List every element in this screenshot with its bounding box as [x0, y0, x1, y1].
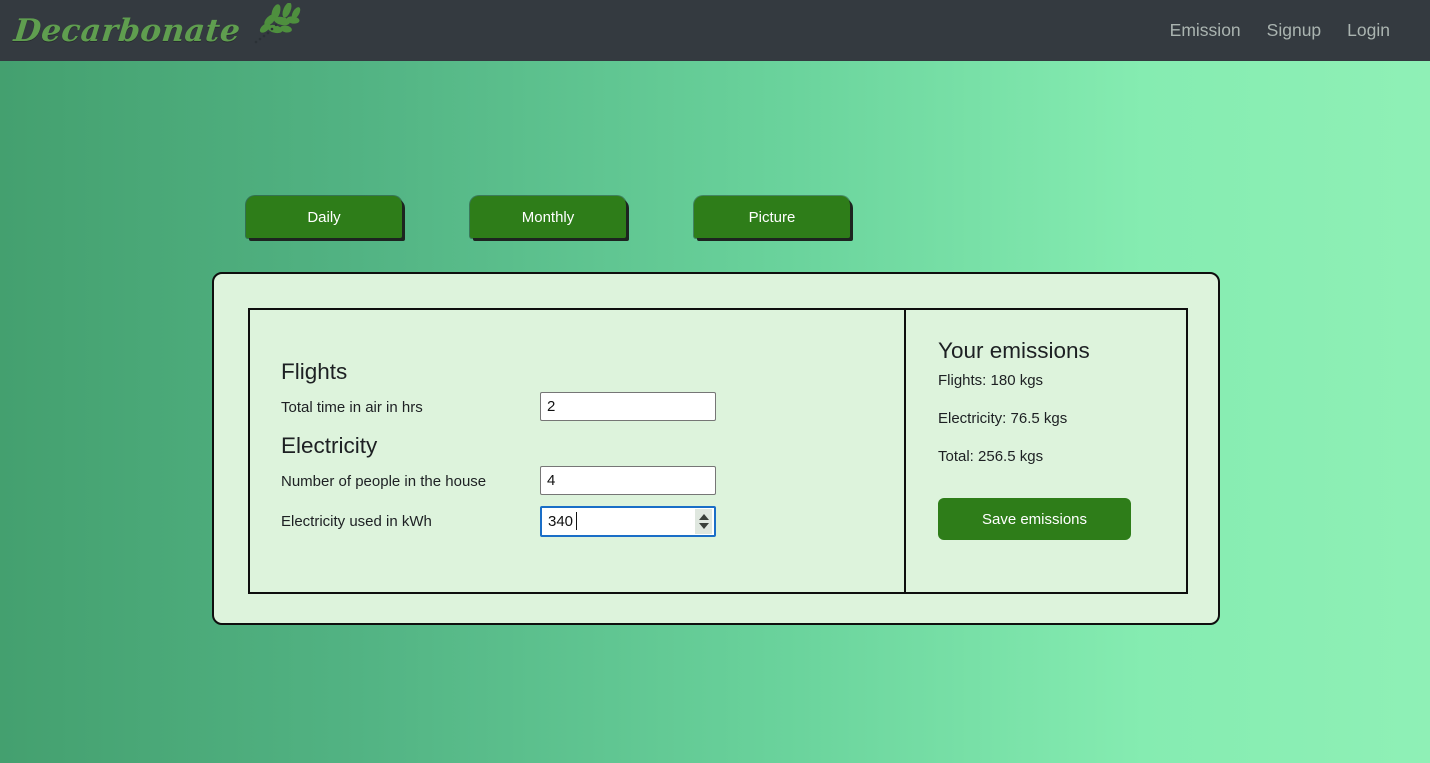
tab-daily[interactable]: Daily: [246, 196, 402, 238]
form-row-flight-hours: Total time in air in hrs: [281, 391, 865, 423]
leaf-branch-icon: [246, 2, 302, 54]
summary-line-flights: Flights: 180 kgs: [938, 372, 1044, 389]
nav-link-login[interactable]: Login: [1347, 20, 1390, 41]
nav-link-signup[interactable]: Signup: [1267, 20, 1322, 41]
nav-links: Emission Signup Login: [1170, 20, 1390, 41]
section-title-electricity: Electricity: [281, 433, 378, 459]
card-panels: Flights Total time in air in hrs Electri…: [248, 308, 1188, 594]
label-house-people: Number of people in the house: [281, 472, 487, 490]
summary-line-total: Total: 256.5 kgs: [938, 448, 1044, 465]
mode-tab-row: Daily Monthly Picture: [246, 196, 850, 238]
electricity-kwh-input[interactable]: [540, 505, 716, 537]
brand-name: Decarbonate: [12, 12, 243, 49]
brand-logo[interactable]: Decarbonate: [12, 2, 302, 54]
spinner-down-icon[interactable]: [698, 522, 709, 529]
label-flight-hours: Total time in air in hrs: [281, 398, 423, 416]
tab-monthly[interactable]: Monthly: [470, 196, 626, 238]
spinner-up-icon[interactable]: [698, 513, 709, 520]
form-row-electricity-kwh: Electricity used in kWh: [281, 505, 865, 537]
label-electricity-kwh: Electricity used in kWh: [281, 512, 432, 530]
section-title-flights: Flights: [281, 359, 348, 384]
emission-form-panel: Flights Total time in air in hrs Electri…: [248, 308, 905, 594]
summary-title: Your emissions: [938, 338, 1090, 363]
house-people-input[interactable]: [540, 465, 716, 495]
emissions-summary: Your emissions Flights: 180 kgs Electric…: [938, 338, 1158, 540]
emissions-card: Flights Total time in air in hrs Electri…: [212, 272, 1220, 625]
flight-hours-input[interactable]: [540, 391, 716, 421]
form-row-house-people: Number of people in the house: [281, 465, 865, 497]
save-emissions-button[interactable]: Save emissions: [938, 498, 1131, 540]
flight-hours-input-wrap: [540, 391, 716, 423]
number-spinner[interactable]: [695, 508, 712, 534]
emissions-summary-panel: Your emissions Flights: 180 kgs Electric…: [905, 308, 1188, 594]
emission-form: Flights Total time in air in hrs Electri…: [281, 358, 865, 546]
top-navbar: Decarbonate Emission Signup Login: [0, 0, 1430, 61]
electricity-kwh-input-wrap: [540, 505, 716, 537]
summary-line-electricity: Electricity: 76.5 kgs: [938, 410, 1068, 427]
tab-picture[interactable]: Picture: [694, 196, 850, 238]
nav-link-emission[interactable]: Emission: [1170, 20, 1241, 41]
house-people-input-wrap: [540, 465, 716, 497]
text-caret: [576, 511, 577, 530]
